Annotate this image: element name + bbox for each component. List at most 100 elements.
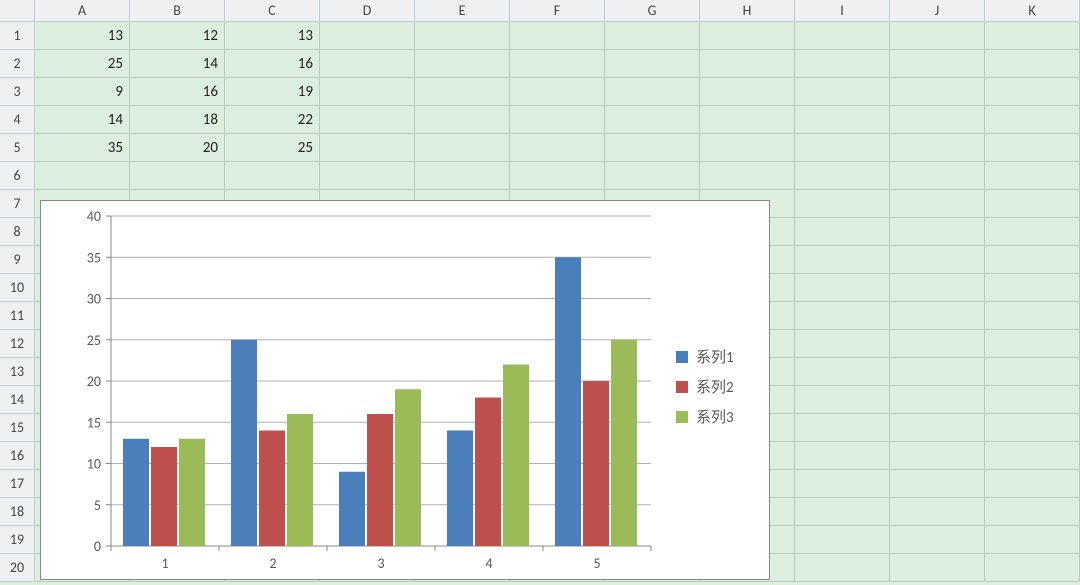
cell[interactable]	[795, 470, 890, 498]
cell[interactable]	[605, 78, 700, 106]
cell[interactable]	[985, 162, 1080, 190]
row-header-7[interactable]: 7	[0, 190, 35, 218]
row-header-19[interactable]: 19	[0, 526, 35, 554]
cell[interactable]	[415, 78, 510, 106]
cell[interactable]	[985, 246, 1080, 274]
cell[interactable]	[415, 22, 510, 50]
cell[interactable]	[985, 470, 1080, 498]
cell[interactable]: 13	[225, 22, 320, 50]
cell[interactable]	[985, 526, 1080, 554]
row-header-9[interactable]: 9	[0, 246, 35, 274]
cell[interactable]: 18	[130, 106, 225, 134]
cell[interactable]	[700, 106, 795, 134]
cell[interactable]	[605, 50, 700, 78]
cell[interactable]	[605, 22, 700, 50]
cell[interactable]	[225, 162, 320, 190]
cell[interactable]	[510, 134, 605, 162]
cell[interactable]	[985, 190, 1080, 218]
cell[interactable]	[890, 50, 985, 78]
cell[interactable]	[890, 330, 985, 358]
cell[interactable]	[985, 358, 1080, 386]
cell[interactable]	[890, 78, 985, 106]
row-header-17[interactable]: 17	[0, 470, 35, 498]
cell[interactable]	[985, 274, 1080, 302]
cell[interactable]	[700, 162, 795, 190]
cell[interactable]: 12	[130, 22, 225, 50]
cell[interactable]	[890, 442, 985, 470]
cell[interactable]	[795, 50, 890, 78]
col-header-H[interactable]: H	[700, 0, 795, 22]
cell[interactable]: 35	[35, 134, 130, 162]
cell[interactable]	[890, 386, 985, 414]
cell[interactable]	[510, 106, 605, 134]
cell[interactable]	[795, 190, 890, 218]
cell[interactable]	[795, 358, 890, 386]
row-header-1[interactable]: 1	[0, 22, 35, 50]
cell[interactable]	[605, 162, 700, 190]
cell[interactable]	[985, 554, 1080, 582]
cell[interactable]	[510, 78, 605, 106]
cell[interactable]	[795, 330, 890, 358]
col-header-B[interactable]: B	[130, 0, 225, 22]
cell[interactable]	[985, 442, 1080, 470]
cell[interactable]	[320, 134, 415, 162]
cell[interactable]	[700, 22, 795, 50]
cell[interactable]	[985, 50, 1080, 78]
cell[interactable]: 14	[35, 106, 130, 134]
row-header-3[interactable]: 3	[0, 78, 35, 106]
cell[interactable]	[320, 106, 415, 134]
cell[interactable]	[795, 274, 890, 302]
row-header-16[interactable]: 16	[0, 442, 35, 470]
cell[interactable]	[890, 106, 985, 134]
cell[interactable]	[795, 218, 890, 246]
row-header-11[interactable]: 11	[0, 302, 35, 330]
cell[interactable]	[320, 78, 415, 106]
cell[interactable]	[890, 358, 985, 386]
col-header-E[interactable]: E	[415, 0, 510, 22]
row-header-12[interactable]: 12	[0, 330, 35, 358]
col-header-K[interactable]: K	[985, 0, 1080, 22]
cell[interactable]: 20	[130, 134, 225, 162]
select-all-corner[interactable]	[0, 0, 35, 22]
cell[interactable]	[890, 134, 985, 162]
row-header-8[interactable]: 8	[0, 218, 35, 246]
cell[interactable]: 14	[130, 50, 225, 78]
cell[interactable]	[795, 554, 890, 582]
cell[interactable]	[605, 106, 700, 134]
cell[interactable]	[415, 106, 510, 134]
row-header-4[interactable]: 4	[0, 106, 35, 134]
cell[interactable]	[415, 134, 510, 162]
cell[interactable]: 13	[35, 22, 130, 50]
cell[interactable]	[985, 78, 1080, 106]
cell[interactable]	[320, 22, 415, 50]
cell[interactable]	[795, 526, 890, 554]
cell[interactable]	[985, 386, 1080, 414]
cell[interactable]	[795, 442, 890, 470]
cell[interactable]	[890, 414, 985, 442]
row-header-18[interactable]: 18	[0, 498, 35, 526]
cell[interactable]	[890, 22, 985, 50]
cell[interactable]: 25	[35, 50, 130, 78]
cell[interactable]	[890, 498, 985, 526]
col-header-F[interactable]: F	[510, 0, 605, 22]
cell[interactable]	[795, 134, 890, 162]
row-header-10[interactable]: 10	[0, 274, 35, 302]
cell[interactable]	[700, 78, 795, 106]
cell[interactable]	[985, 22, 1080, 50]
cell[interactable]	[890, 274, 985, 302]
row-header-2[interactable]: 2	[0, 50, 35, 78]
col-header-C[interactable]: C	[225, 0, 320, 22]
cell[interactable]	[890, 526, 985, 554]
cell[interactable]	[795, 386, 890, 414]
cell[interactable]	[985, 498, 1080, 526]
cell[interactable]	[985, 414, 1080, 442]
cell[interactable]	[985, 134, 1080, 162]
cell[interactable]	[510, 162, 605, 190]
col-header-A[interactable]: A	[35, 0, 130, 22]
cell[interactable]	[700, 50, 795, 78]
cell[interactable]	[985, 218, 1080, 246]
cell[interactable]	[510, 50, 605, 78]
cell[interactable]	[320, 162, 415, 190]
cell[interactable]	[795, 246, 890, 274]
cell[interactable]	[795, 162, 890, 190]
